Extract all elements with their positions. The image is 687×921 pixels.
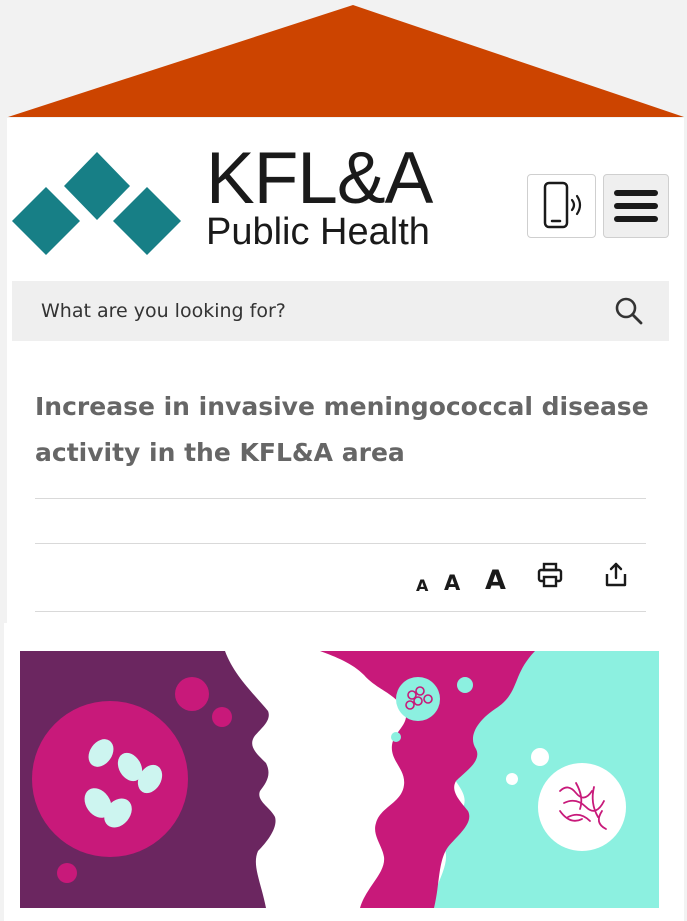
logo-wordmark: KFL&A Public Health	[206, 138, 433, 253]
divider-top	[35, 498, 646, 499]
logo-title: KFL&A	[206, 138, 433, 219]
page-tools: A A A	[400, 556, 646, 602]
kfla-logo-icon	[12, 152, 181, 255]
share-button[interactable]	[602, 561, 630, 592]
printer-icon	[537, 562, 563, 588]
search-input[interactable]	[12, 280, 599, 342]
text-size-medium-button[interactable]: A	[444, 573, 460, 594]
text-size-large-button[interactable]: A	[485, 567, 506, 594]
divider-bottom	[35, 611, 646, 612]
text-size-small-button[interactable]: A	[416, 578, 428, 594]
mobile-speaker-icon	[543, 181, 581, 229]
menu-button[interactable]	[603, 174, 669, 238]
print-button[interactable]	[536, 561, 564, 592]
share-icon	[605, 562, 627, 587]
hamburger-menu-icon	[614, 190, 658, 222]
bacteria-illustration	[20, 651, 659, 908]
text-to-speech-button[interactable]	[527, 174, 596, 238]
divider-middle	[35, 543, 646, 544]
logo-subtitle: Public Health	[206, 211, 430, 253]
article-title: Increase in invasive meningococcal disea…	[35, 392, 649, 467]
roof-banner	[8, 5, 684, 117]
search-bar	[12, 280, 669, 342]
search-icon[interactable]	[599, 281, 659, 341]
